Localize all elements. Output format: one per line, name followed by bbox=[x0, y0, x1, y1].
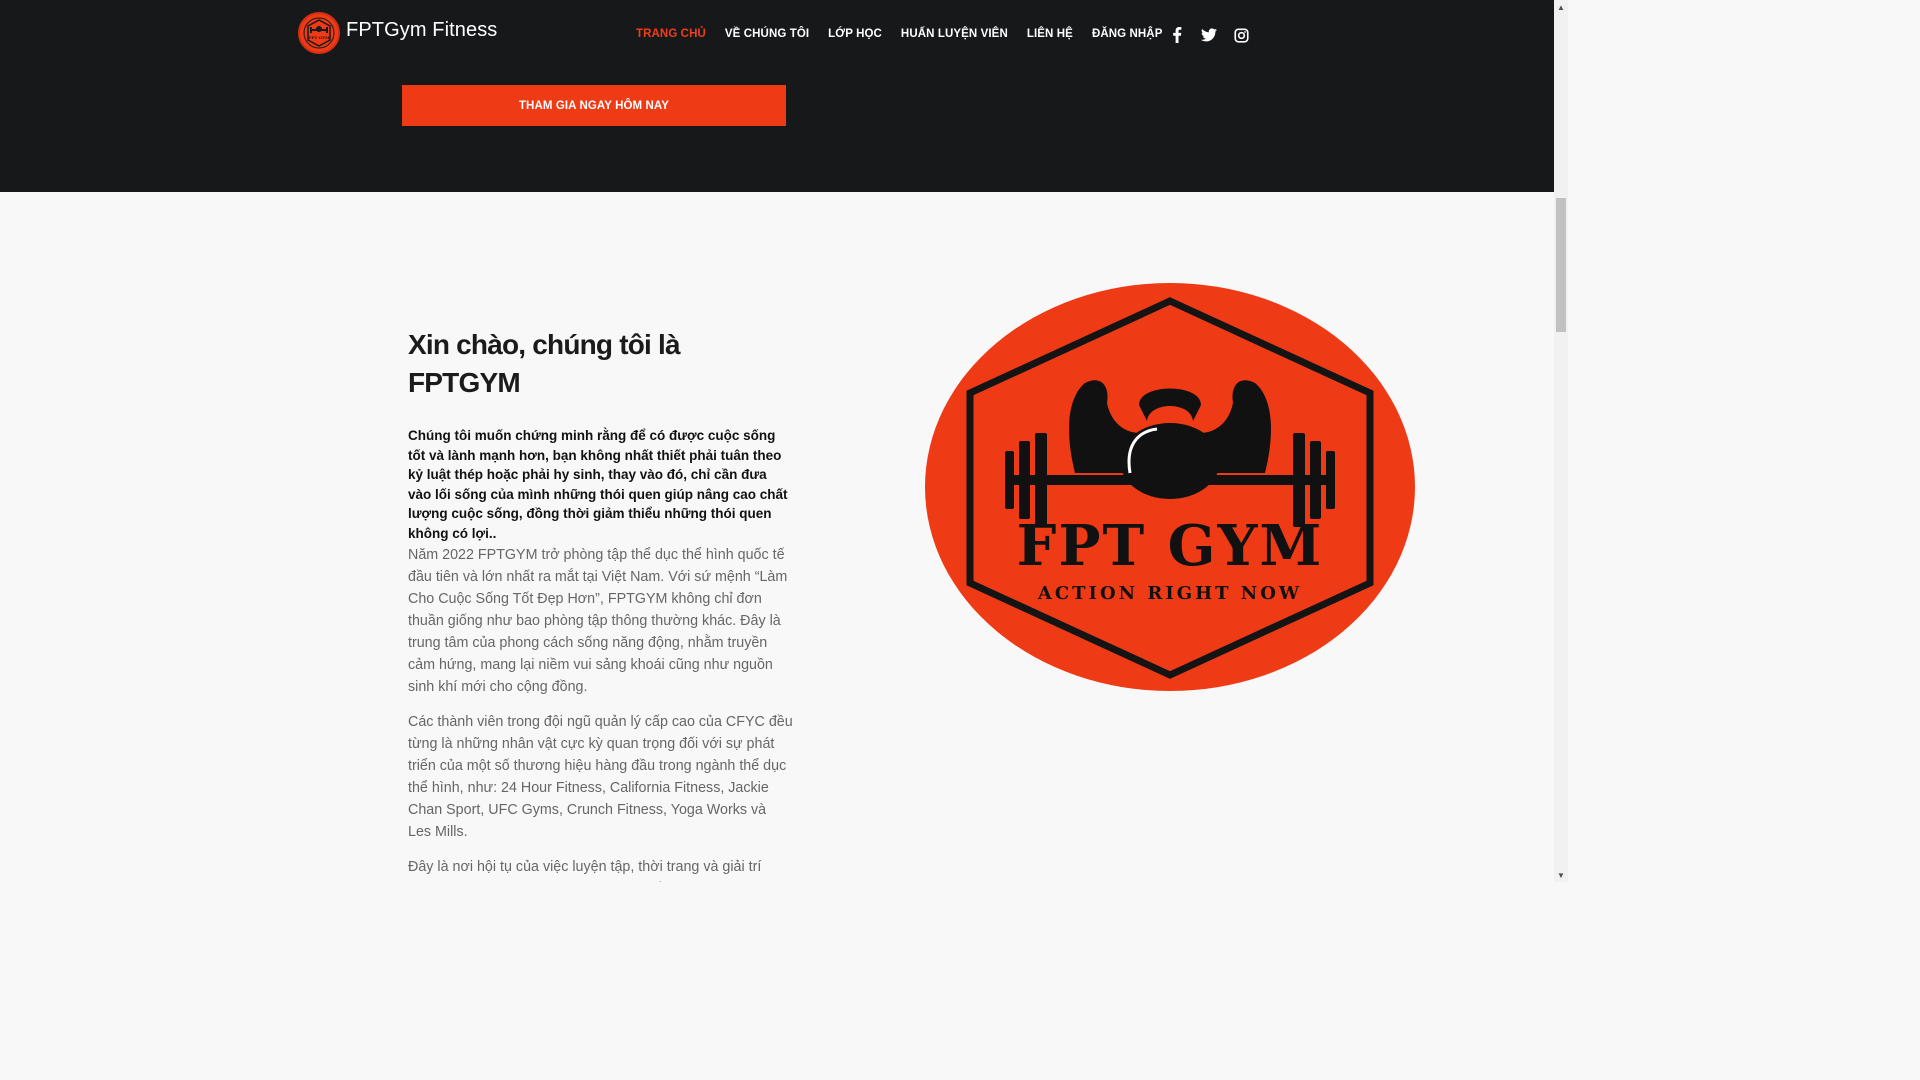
join-today-button[interactable]: THAM GIA NGAY HÔM NAY bbox=[402, 85, 786, 126]
about-lead: Chúng tôi muốn chứng minh rằng để có đượ… bbox=[408, 428, 788, 541]
social-links bbox=[1168, 26, 1250, 44]
nav-item-home[interactable]: TRANG CHỦ bbox=[636, 28, 706, 40]
about-paragraph: Các thành viên trong đội ngũ quản lý cấp… bbox=[408, 713, 793, 840]
scroll-thumb[interactable] bbox=[1556, 198, 1566, 332]
scroll-down-arrow-icon[interactable]: ▼ bbox=[1554, 868, 1568, 882]
about-paragraph: Đây là nơi hội tụ của việc luyện tập, th… bbox=[408, 858, 771, 882]
scroll-up-arrow-icon[interactable]: ▲ bbox=[1554, 0, 1568, 14]
brand-badge-icon: FPT GYM bbox=[298, 12, 340, 54]
svg-text:FPT GYM: FPT GYM bbox=[1017, 513, 1324, 579]
about-paragraph: Năm 2022 FPTGYM trở phòng tập thể dục th… bbox=[408, 546, 788, 695]
nav-item-classes[interactable]: LỚP HỌC bbox=[828, 28, 882, 40]
twitter-icon[interactable] bbox=[1200, 26, 1218, 44]
svg-text:FPT GYM: FPT GYM bbox=[309, 35, 330, 40]
svg-text:ACTION RIGHT NOW: ACTION RIGHT NOW bbox=[1037, 583, 1302, 604]
about-section: Xin chào, chúng tôi là FPTGYM Chúng tôi … bbox=[408, 326, 793, 882]
nav-item-contact[interactable]: LIÊN HỆ bbox=[1027, 28, 1073, 40]
page-scrollbar[interactable]: ▲ ▼ bbox=[1554, 0, 1568, 882]
about-title: Xin chào, chúng tôi là FPTGYM bbox=[408, 329, 681, 398]
facebook-icon[interactable] bbox=[1168, 26, 1186, 44]
nav-item-about[interactable]: VỀ CHÚNG TÔI bbox=[725, 28, 809, 40]
brand-logo-link[interactable]: FPT GYM FPTGym Fitness bbox=[298, 12, 497, 54]
nav-item-login[interactable]: ĐĂNG NHẬP bbox=[1092, 28, 1163, 40]
main-nav: TRANG CHỦ VỀ CHÚNG TÔI LỚP HỌC HUẤN LUYỆ… bbox=[636, 28, 1181, 40]
fpt-gym-logo-image: FPT GYM ACTION RIGHT NOW bbox=[925, 283, 1415, 691]
hero-banner: FPT GYM FPTGym Fitness TRANG CHỦ VỀ CHÚN… bbox=[0, 0, 1554, 192]
brand-name: FPTGym Fitness bbox=[346, 18, 498, 41]
nav-item-trainers[interactable]: HUẤN LUYỆN VIÊN bbox=[901, 28, 1008, 40]
page: FPT GYM FPTGym Fitness TRANG CHỦ VỀ CHÚN… bbox=[0, 0, 1568, 882]
instagram-icon[interactable] bbox=[1232, 26, 1250, 44]
